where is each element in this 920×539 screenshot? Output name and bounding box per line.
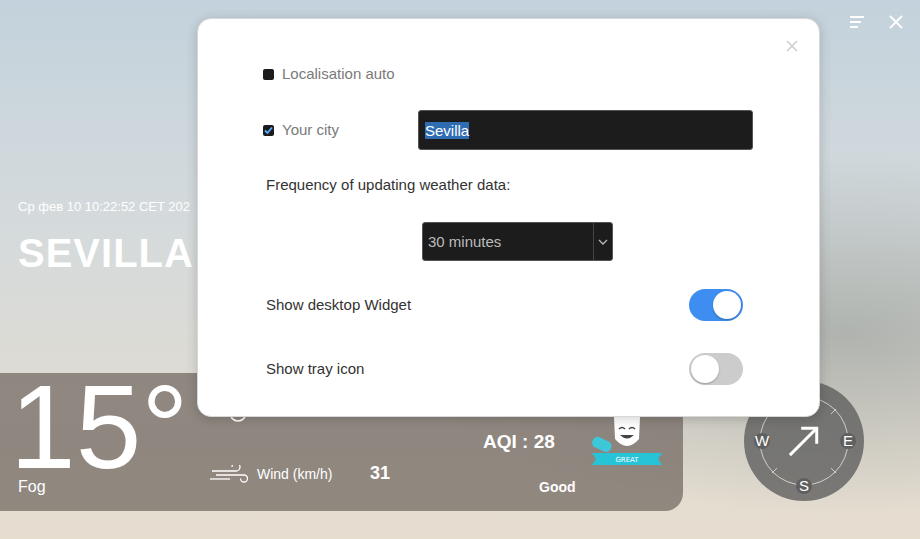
frequency-label: Frequency of updating weather data: <box>266 175 819 195</box>
dialog-close-button[interactable] <box>785 39 799 53</box>
city-label: Your city <box>282 120 418 140</box>
close-icon <box>785 39 799 53</box>
close-icon <box>886 12 906 32</box>
wind-value: 31 <box>370 463 390 484</box>
dropdown-button[interactable] <box>593 223 612 260</box>
check-icon <box>263 125 274 136</box>
toggle-label: Show tray icon <box>266 359 364 379</box>
toggle-switch[interactable] <box>689 289 743 321</box>
chevron-down-icon <box>598 238 608 246</box>
wind-label: Wind (km/h) <box>257 466 363 482</box>
auto-location-label: Localisation auto <box>282 64 395 84</box>
city-input-value: Sevilla <box>425 122 469 139</box>
temperature: 15° <box>10 377 200 477</box>
auto-location-row: Localisation auto <box>263 59 819 89</box>
aqi-badge-text: GREAT <box>615 456 639 464</box>
toggle-row: Show tray icon <box>198 353 819 385</box>
toggle-knob <box>713 291 741 319</box>
toggle-label: Show desktop Widget <box>266 295 411 315</box>
compass-label: E <box>843 432 853 449</box>
frequency-select[interactable]: 30 minutes <box>422 222 613 261</box>
toggle-switch[interactable] <box>689 353 743 385</box>
settings-dialog: Localisation auto Your city Sevilla Freq… <box>197 18 820 417</box>
aqi-value: AQI : 28 <box>483 431 590 453</box>
city-row: Your city Sevilla <box>263 110 819 150</box>
close-button[interactable] <box>886 12 906 32</box>
compass-label: S <box>799 477 809 494</box>
frequency-row: 30 minutes <box>198 222 819 261</box>
wind-icon <box>210 465 250 483</box>
auto-location-checkbox[interactable] <box>263 69 274 80</box>
wind-row: Wind (km/h) 31 <box>210 463 483 484</box>
menu-icon <box>847 12 867 32</box>
toggle-row: Show desktop Widget <box>198 289 819 321</box>
aqi-face-icon: GREAT <box>590 413 664 471</box>
weather-app: Ср фев 10 10:22:52 CET 202 SEVILLA 15° F… <box>0 0 920 539</box>
toggle-knob <box>691 355 719 383</box>
city-input[interactable]: Sevilla <box>418 110 753 150</box>
temperature-block: 15° Fog <box>0 373 200 511</box>
compass-label: W <box>755 432 770 449</box>
frequency-value: 30 minutes <box>423 223 593 260</box>
aqi-rating: Good <box>483 479 590 495</box>
city-checkbox[interactable] <box>263 125 274 136</box>
menu-button[interactable] <box>847 12 867 32</box>
condition: Fog <box>10 477 200 497</box>
